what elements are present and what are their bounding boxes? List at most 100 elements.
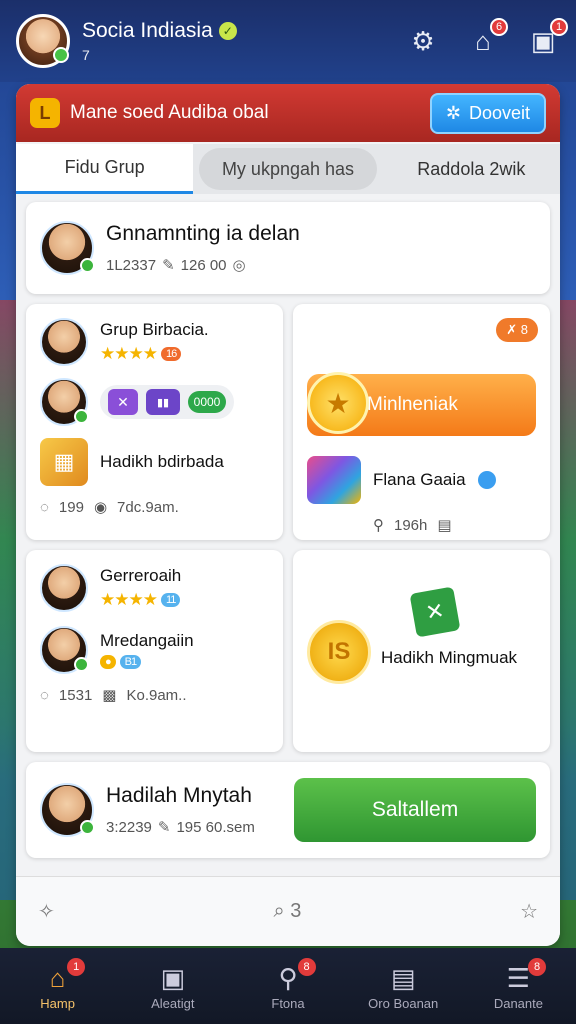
member-row-2: Mredangaiin ● B1	[40, 626, 269, 674]
gift-row: ▦ Hadikh bdirbada	[40, 438, 269, 486]
nav-oro[interactable]: ▤ Oro Boanan	[346, 948, 461, 1024]
nav-label: Aleatigt	[151, 995, 195, 1011]
reward-label: Hadikh Mingmuak	[381, 648, 518, 667]
featured-card[interactable]: Gnnamnting ia delan 1L2337 ✎ 126 00 ◎	[26, 202, 550, 294]
deposit-button-label: Dooveit	[468, 102, 530, 123]
profile-avatar[interactable]	[16, 14, 70, 68]
mission-lower: Flana Gaaia ⚲ 196h ▤	[307, 456, 538, 534]
avatar	[40, 564, 88, 612]
pill-row: ✕ ▮▮ 0000	[40, 378, 269, 426]
chat-icon: ◌	[40, 686, 49, 704]
avatar	[40, 626, 89, 674]
coin-icon: ●	[100, 655, 116, 669]
claim-title: Hadilah Mnytah	[106, 784, 252, 807]
avatar	[40, 318, 88, 366]
user-subtitle: 7	[82, 47, 90, 63]
meta-count: 1531	[58, 686, 93, 704]
mission-button[interactable]: ★ Minlneniak	[307, 372, 536, 436]
tag-icon: ✎	[157, 819, 171, 836]
star-coin-icon: ★	[307, 372, 369, 434]
tab-raddola[interactable]: Raddola 2wik	[383, 144, 560, 194]
user-name: Socia Indiasia	[82, 19, 213, 42]
tab-fidu-grup[interactable]: Fidu Grup	[16, 144, 194, 194]
tab-my-ukpngah[interactable]: My ukpngah has	[199, 148, 377, 190]
meta-count: 3:2239	[106, 818, 152, 836]
nav-badge: 8	[297, 958, 316, 976]
member-second-title: Mredangaiin	[100, 631, 194, 650]
verified-icon	[477, 471, 496, 489]
mission-card[interactable]: ✗ 8 ★ Minlneniak Flana Gaaia ⚲ 196h ▤	[293, 304, 550, 540]
mini-badges: ● B1	[100, 655, 194, 669]
online-status-dot	[74, 657, 89, 672]
card-meta: 1L2337 ✎ 126 00 ◎	[106, 256, 300, 275]
member-card[interactable]: Gerreroaih ★★★★ 11 Mredangaiin ● B1 ◌ 1531…	[26, 550, 283, 752]
level-badge: 11	[160, 593, 181, 607]
verified-icon: ✓	[218, 22, 237, 40]
home-badge: 6	[490, 18, 508, 36]
calendar-icon: ▣	[160, 963, 186, 993]
meta-value: 195 60.sem	[176, 818, 255, 836]
nav-badge: 1	[67, 958, 86, 976]
list-icon: ▤	[390, 963, 416, 993]
avatar	[40, 783, 95, 837]
member-row: Gerreroaih ★★★★ 11	[40, 564, 269, 612]
meta-time: Ko.9am..	[126, 686, 187, 704]
claim-button[interactable]: Saltallem	[294, 778, 536, 842]
coin-icon: IS	[307, 620, 371, 684]
online-status-dot	[80, 820, 95, 835]
top-bar: Socia Indiasia ✓ 7 ⚙ ⌂ 6 ▣ 1	[0, 0, 576, 82]
video-icon[interactable]: ▮▮	[146, 389, 180, 415]
mission-item: Flana Gaaia	[307, 456, 538, 504]
nav-label: Oro Boanan	[368, 995, 439, 1011]
mission-meta: ⚲ 196h ▤	[307, 516, 538, 535]
user-name-row: Socia Indiasia ✓	[82, 19, 237, 43]
box-icon: ▩	[102, 687, 117, 704]
bottom-nav: ⌂ 1 Hamp ▣ Aleatigt ⚲ 8 Ftona ▤ Oro Boan…	[0, 948, 576, 1024]
tag-badge: ✗ 8	[496, 318, 538, 342]
action-pills: ✕ ▮▮ 0000	[100, 385, 234, 419]
mission-button-label: Minlneniak	[367, 394, 458, 415]
claim-card: Hadilah Mnytah 3:2239 ✎ 195 60.sem Salta…	[26, 762, 550, 858]
meta-count: 199	[58, 498, 84, 516]
settings-icon: ✲	[445, 102, 461, 123]
nav-activity[interactable]: ▣ Aleatigt	[115, 948, 230, 1024]
group-row: Grup Birbacia. ★★★★ 16	[40, 318, 269, 366]
chat-icon: ◎	[232, 257, 246, 274]
panel-footer: ✧ ⌕ 3 ☆	[16, 876, 560, 946]
badge-icon: ◉	[93, 499, 108, 516]
meta-count: 1L2337	[106, 256, 157, 274]
favorite-icon[interactable]: ☆	[520, 899, 538, 924]
meta-value: 126 00	[180, 256, 227, 274]
nav-home[interactable]: ⌂ 1 Hamp	[0, 948, 115, 1024]
nav-label: Ftona	[271, 995, 305, 1011]
deposit-button[interactable]: ✲ Dooveit	[429, 92, 546, 134]
gift-blocks-icon	[307, 456, 361, 504]
top-icons: ⚙ ⌂ 6 ▣ 1	[406, 18, 568, 58]
avatar	[40, 378, 89, 426]
main-panel: L Mane soed Audiba obal ✲ Dooveit Fidu G…	[16, 84, 560, 946]
close-icon[interactable]: ✕	[108, 389, 138, 415]
reward-card[interactable]: IS ✕ Hadikh Mingmuak	[293, 550, 550, 752]
nav-danante[interactable]: ☰ 8 Danante	[461, 948, 576, 1024]
settings-icon[interactable]: ⚙	[406, 24, 440, 58]
inbox-icon[interactable]: ▣ 1	[526, 18, 568, 58]
member-title: Gerreroaih	[100, 566, 182, 585]
small-badge: 0000	[188, 391, 226, 413]
panel-header: L Mane soed Audiba obal ✲ Dooveit	[16, 84, 560, 142]
group-card[interactable]: Grup Birbacia. ★★★★ 16 ✕ ▮▮ 0000 ▦ Hadikh…	[26, 304, 283, 540]
nav-ftona[interactable]: ⚲ 8 Ftona	[230, 948, 345, 1024]
nav-label: Hamp	[40, 995, 75, 1011]
share-icon[interactable]: ✧	[38, 899, 55, 924]
gift-title: Hadikh bdirbada	[100, 452, 224, 471]
home-icon[interactable]: ⌂ 6	[466, 18, 508, 58]
online-status-dot	[53, 47, 69, 63]
group-title: Grup Birbacia.	[100, 320, 209, 339]
rating-stars: ★★★★ 16	[100, 344, 209, 364]
online-status-dot	[80, 258, 95, 273]
document-icon: ▤	[437, 517, 452, 534]
panel-title: Mane soed Audiba obal	[70, 102, 269, 123]
level-badge: 16	[160, 347, 182, 361]
search-icon: ⚲	[373, 517, 384, 534]
mission-item-title: Flana Gaaia	[373, 470, 466, 489]
nav-label: Danante	[493, 995, 543, 1011]
